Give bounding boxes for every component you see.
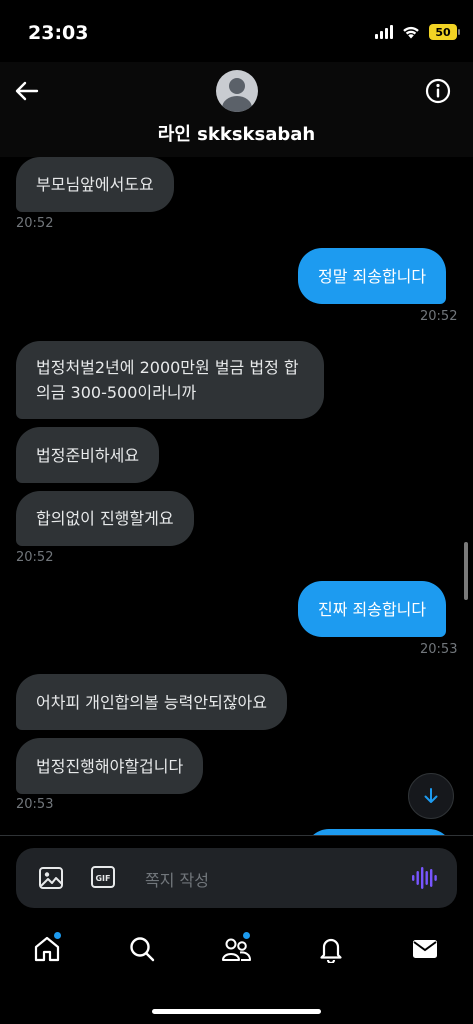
bottom-tab-bar bbox=[0, 917, 473, 1024]
status-icons: 50 bbox=[375, 24, 460, 40]
communities-notification-dot bbox=[243, 932, 250, 939]
message-bubble-incoming[interactable]: 법정진행해야할겁니다 bbox=[16, 738, 204, 794]
notifications-icon bbox=[320, 938, 342, 963]
contact-name[interactable]: 라인 skksksabah bbox=[0, 120, 473, 146]
voice-message-icon[interactable] bbox=[411, 866, 437, 890]
info-icon[interactable] bbox=[423, 76, 453, 106]
home-icon bbox=[34, 936, 60, 962]
wifi-icon bbox=[403, 26, 419, 39]
tab-search[interactable] bbox=[124, 931, 160, 967]
message-timestamp: 20:52 bbox=[16, 550, 54, 565]
message-timestamp: 20:52 bbox=[16, 216, 54, 231]
gif-label: GIF bbox=[95, 874, 110, 883]
scroll-indicator[interactable] bbox=[464, 542, 468, 600]
image-icon[interactable] bbox=[38, 866, 64, 890]
message-bubble-outgoing[interactable]: 정말 죄송합니다 bbox=[298, 248, 447, 304]
message-bubble-incoming[interactable]: 부모님앞에서도요 bbox=[16, 157, 174, 212]
message-timestamp: 20:53 bbox=[420, 642, 458, 657]
message-timestamp: 20:53 bbox=[16, 797, 54, 812]
gif-button[interactable]: GIF bbox=[91, 866, 115, 888]
message-bubble-incoming[interactable]: 어차피 개인합의볼 능력안되잖아요 bbox=[16, 674, 287, 730]
tab-communities[interactable] bbox=[218, 931, 254, 967]
message-input[interactable]: 쪽지 작성 bbox=[145, 867, 209, 891]
message-bubble-outgoing[interactable]: 진짜 죄송합니다 bbox=[298, 581, 447, 637]
conversation-header: 라인 skksksabah bbox=[0, 62, 473, 157]
search-icon bbox=[130, 937, 155, 962]
compose-area: GIF 쪽지 작성 bbox=[0, 835, 473, 917]
home-notification-dot bbox=[54, 932, 61, 939]
message-bubble-incoming[interactable]: 법정처벌2년에 2000만원 벌금 법정 합의금 300-500이라니까 bbox=[16, 341, 324, 419]
status-bar: 23:03 50 bbox=[0, 0, 473, 62]
tab-notifications[interactable] bbox=[313, 931, 349, 967]
arrow-down-icon bbox=[424, 788, 438, 803]
message-timestamp: 20:52 bbox=[420, 309, 458, 324]
message-bubble-incoming[interactable]: 합의없이 진행할게요 bbox=[16, 491, 194, 546]
tab-messages[interactable] bbox=[407, 931, 443, 967]
battery-icon: 50 bbox=[429, 24, 460, 40]
status-time: 23:03 bbox=[28, 22, 89, 44]
avatar[interactable] bbox=[216, 70, 258, 112]
back-arrow-icon[interactable] bbox=[12, 76, 42, 106]
gif-icon: GIF bbox=[91, 866, 115, 888]
communities-icon bbox=[222, 938, 251, 961]
scroll-to-bottom-button[interactable] bbox=[408, 773, 454, 819]
message-bubble-incoming[interactable]: 법정준비하세요 bbox=[16, 427, 160, 483]
messages-icon bbox=[413, 940, 437, 958]
cellular-signal-icon bbox=[375, 25, 393, 39]
compose-bar: GIF 쪽지 작성 bbox=[16, 848, 457, 908]
message-list[interactable]: 부모님앞에서도요 20:52 정말 죄송합니다 20:52 법정처벌2년에 20… bbox=[0, 157, 473, 835]
tab-home[interactable] bbox=[29, 931, 65, 967]
home-indicator bbox=[152, 1009, 321, 1014]
